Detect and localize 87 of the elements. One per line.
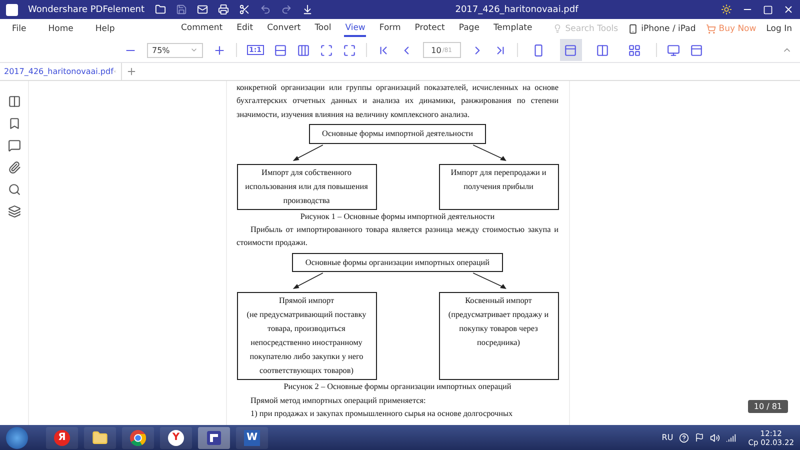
maximize-icon[interactable]: [763, 4, 773, 14]
paragraph: Прибыль от импортированного товара является разница между стоимостью закупа и стоимости продажи.: [236, 224, 558, 250]
undo-icon[interactable]: [260, 4, 270, 15]
file-title: 2017_426_haritonovaai.pdf: [455, 4, 578, 14]
pdf-app-icon: [206, 430, 222, 446]
redo-icon[interactable]: [280, 4, 292, 15]
paragraph: Прямой метод импортных операций применяется:: [250, 394, 427, 407]
phone-icon: [628, 24, 638, 34]
taskbar-app-button[interactable]: [122, 426, 154, 448]
scissors-icon[interactable]: [238, 4, 250, 15]
paragraph: 1) при продажах и закупах промышленного сырья на основе долгосрочных: [250, 408, 514, 420]
save-icon[interactable]: [176, 4, 186, 15]
diagram-box: Импорт для собственного использования или для повышения производства: [236, 164, 376, 210]
arrow: [292, 144, 323, 161]
two-page-icon: [596, 44, 610, 56]
taskbar-app-button[interactable]: [84, 426, 116, 448]
diagram-box: Основные формы импортной деятельности: [309, 124, 486, 144]
taskbar-app-button[interactable]: [198, 426, 230, 448]
figure-caption: Рисунок 1 – Основные формы импортной деятельности: [299, 210, 496, 223]
menu-item[interactable]: File: [12, 24, 26, 34]
language-indicator[interactable]: RU: [662, 433, 674, 442]
thumbnails-icon[interactable]: [8, 95, 20, 108]
paperclip-icon[interactable]: [8, 161, 20, 174]
app-logo-icon: [6, 4, 18, 16]
bookmark-icon[interactable]: [8, 117, 20, 130]
volume-icon[interactable]: [710, 432, 720, 442]
menu-tab[interactable]: Template: [492, 20, 534, 36]
menu-tab[interactable]: Edit: [236, 20, 254, 36]
browser-icon: Y: [168, 430, 184, 446]
menu-tab[interactable]: Protect: [414, 20, 446, 36]
single-page-icon: [532, 44, 546, 56]
new-tab-icon[interactable]: [126, 66, 137, 77]
single-scroll-button[interactable]: [560, 39, 582, 61]
zoom-select[interactable]: 75%: [147, 42, 203, 58]
word-icon: W: [244, 430, 260, 446]
diagram-box: Косвенный импорт (предусматривает продажу и покупку товаров через посредника): [438, 292, 558, 380]
chrome-icon: [130, 430, 146, 446]
print-icon[interactable]: [218, 4, 228, 15]
menu-item[interactable]: Home: [48, 24, 74, 34]
caret-icon: [190, 46, 198, 54]
close-icon[interactable]: [783, 4, 794, 15]
layout-icon[interactable]: [690, 44, 703, 56]
login-link[interactable]: Log In: [766, 24, 792, 34]
zoom-in-icon[interactable]: [213, 44, 226, 56]
app-name: Wondershare PDFelement: [28, 4, 144, 14]
menu-item[interactable]: Help: [95, 24, 115, 34]
lightbulb-icon: [553, 24, 562, 33]
fullscreen-icon[interactable]: [342, 44, 356, 56]
fit-page-icon[interactable]: [320, 44, 333, 56]
sun-icon[interactable]: [721, 4, 732, 15]
signal-icon[interactable]: [726, 432, 736, 442]
taskbar-app-button[interactable]: Я: [46, 426, 78, 448]
document-tab[interactable]: 2017_426_haritonovaai.pdf: [0, 63, 122, 80]
arrow: [472, 144, 506, 161]
page-indicator: 10 / 81: [748, 400, 788, 413]
menu-tab[interactable]: Form: [378, 20, 402, 36]
yandex-icon: Я: [54, 430, 70, 446]
cart-icon: [706, 24, 716, 34]
comment-icon[interactable]: [8, 139, 20, 152]
paragraph: конкретной организации или группы организаций показателей, исчисленных на основе бухгалтерских отчетных данных и анализа их динамики, ранжирования по степени значимости, изучения влияния на величину комплексного анализа.: [236, 82, 558, 121]
flag-icon[interactable]: [695, 433, 704, 442]
grid-view-icon: [628, 44, 642, 56]
mail-icon[interactable]: [196, 4, 208, 15]
layers-icon[interactable]: [8, 205, 20, 218]
taskbar-app-button[interactable]: Y: [160, 426, 192, 448]
folder-icon: [92, 430, 108, 446]
taskbar-app-button[interactable]: W: [236, 426, 268, 448]
arrow: [472, 272, 506, 290]
figure-caption: Рисунок 2 – Основные формы организации импортных операций: [282, 381, 512, 394]
menu-tab[interactable]: Page: [458, 20, 480, 36]
fit-width-icon[interactable]: [274, 44, 287, 56]
diagram-box: Импорт для перепродажи и получения прибыли: [438, 164, 558, 210]
device-link[interactable]: iPhone / iPad: [628, 24, 696, 34]
search-icon[interactable]: [8, 183, 20, 196]
menu-tab[interactable]: Comment: [180, 20, 224, 36]
screen-icon[interactable]: [666, 44, 680, 56]
folder-icon[interactable]: [154, 4, 166, 15]
menu-tab[interactable]: Tool: [314, 20, 332, 36]
download-icon[interactable]: [302, 4, 312, 15]
arrow: [292, 272, 323, 290]
start-button[interactable]: [6, 426, 28, 448]
single-scroll-icon: [564, 44, 578, 56]
help-icon[interactable]: [679, 432, 690, 442]
fit-height-icon[interactable]: [296, 44, 310, 56]
menu-tab[interactable]: Convert: [266, 20, 302, 36]
diagram-box: Прямой импорт (не предусматривающий поставку товара, производиться непосредственно иностранному покупателю либо закупки у него соответствующих товаров): [236, 292, 376, 380]
diagram-box: Основные формы организации импортных операций: [292, 252, 503, 272]
